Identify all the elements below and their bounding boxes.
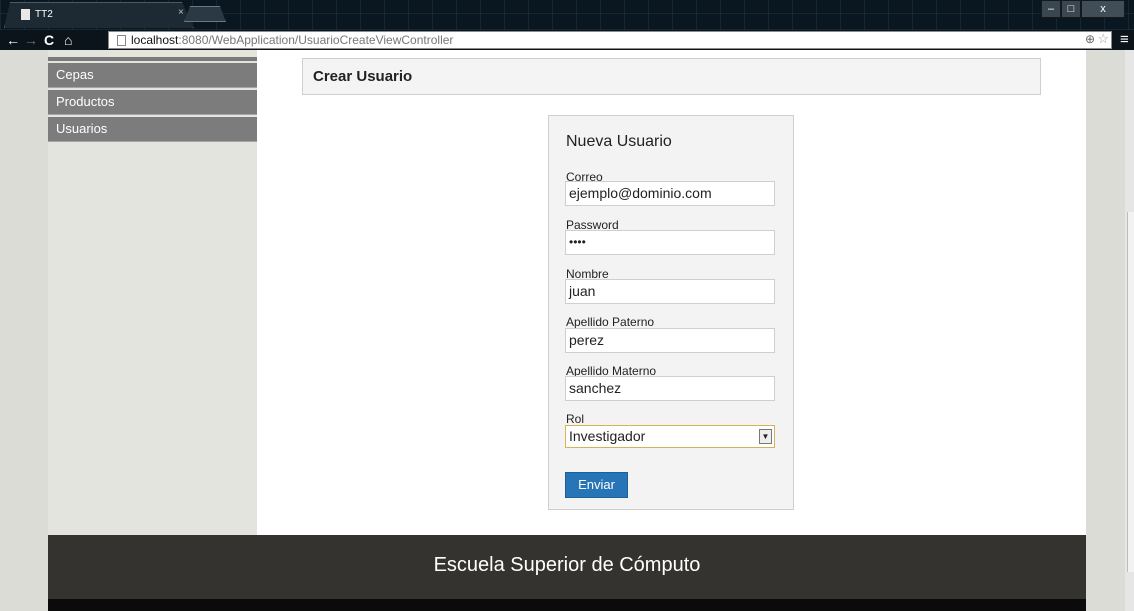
form-title: Nueva Usuario <box>566 133 672 150</box>
star-icon[interactable]: ☆ <box>1097 31 1109 47</box>
chevron-down-icon[interactable]: ▼ <box>759 429 772 444</box>
close-window-button[interactable]: x <box>1081 0 1125 18</box>
apellido-paterno-input[interactable]: perez <box>565 328 775 353</box>
correo-input[interactable]: ejemplo@dominio.com <box>565 181 775 206</box>
sidebar-item-cepas[interactable]: Cepas <box>48 63 257 88</box>
sidebar-item-productos[interactable]: Productos <box>48 90 257 115</box>
maximize-button[interactable]: □ <box>1061 0 1081 18</box>
footer-bar <box>48 599 1086 611</box>
back-icon[interactable]: ← <box>6 32 20 48</box>
reload-icon[interactable]: C <box>44 32 54 48</box>
url-path: :8080/WebApplication/UsuarioCreateViewCo… <box>178 33 454 47</box>
tab-title: TT2 <box>35 9 53 20</box>
forward-icon[interactable]: → <box>24 32 38 48</box>
url-text[interactable]: localhost:8080/WebApplication/UsuarioCre… <box>131 33 453 47</box>
rol-selected-value: Investigador <box>569 428 646 444</box>
close-tab-icon[interactable]: × <box>178 7 184 18</box>
zoom-icon[interactable]: ⊕ <box>1085 32 1095 46</box>
sidebar-item-usuarios[interactable]: Usuarios <box>48 117 257 142</box>
browser-titlebar: TT2 × – □ x <box>0 0 1134 30</box>
page-icon <box>21 9 30 20</box>
page-title: Crear Usuario <box>313 68 413 85</box>
page-header: Crear Usuario <box>302 58 1041 95</box>
footer: Escuela Superior de Cómputo <box>48 535 1086 599</box>
page: Cepas Productos Usuarios Crear Usuario N… <box>0 50 1134 611</box>
rol-select[interactable]: Investigador ▼ <box>565 425 775 448</box>
browser-tab[interactable]: TT2 × <box>4 2 194 28</box>
url-host: localhost <box>131 33 179 47</box>
scrollbar-thumb[interactable] <box>1127 212 1134 572</box>
browser-toolbar: ← → C ⌂ localhost:8080/WebApplication/Us… <box>0 30 1134 50</box>
apellido-materno-input[interactable]: sanchez <box>565 376 775 401</box>
password-input[interactable]: •••• <box>565 230 775 255</box>
sidebar-divider <box>48 57 257 61</box>
address-bar[interactable]: localhost:8080/WebApplication/UsuarioCre… <box>108 31 1112 49</box>
create-user-form: Nueva Usuario Correo ejemplo@dominio.com… <box>548 115 794 510</box>
menu-icon[interactable]: ≡ <box>1120 31 1129 48</box>
apellido-paterno-label: Apellido Paterno <box>566 315 655 329</box>
home-icon[interactable]: ⌂ <box>64 32 72 48</box>
minimize-button[interactable]: – <box>1041 0 1061 18</box>
submit-button[interactable]: Enviar <box>565 472 628 498</box>
page-icon <box>117 35 126 46</box>
footer-text: Escuela Superior de Cómputo <box>433 554 701 576</box>
new-tab-button[interactable] <box>184 6 226 22</box>
nombre-input[interactable]: juan <box>565 279 775 304</box>
rol-label: Rol <box>566 412 585 426</box>
